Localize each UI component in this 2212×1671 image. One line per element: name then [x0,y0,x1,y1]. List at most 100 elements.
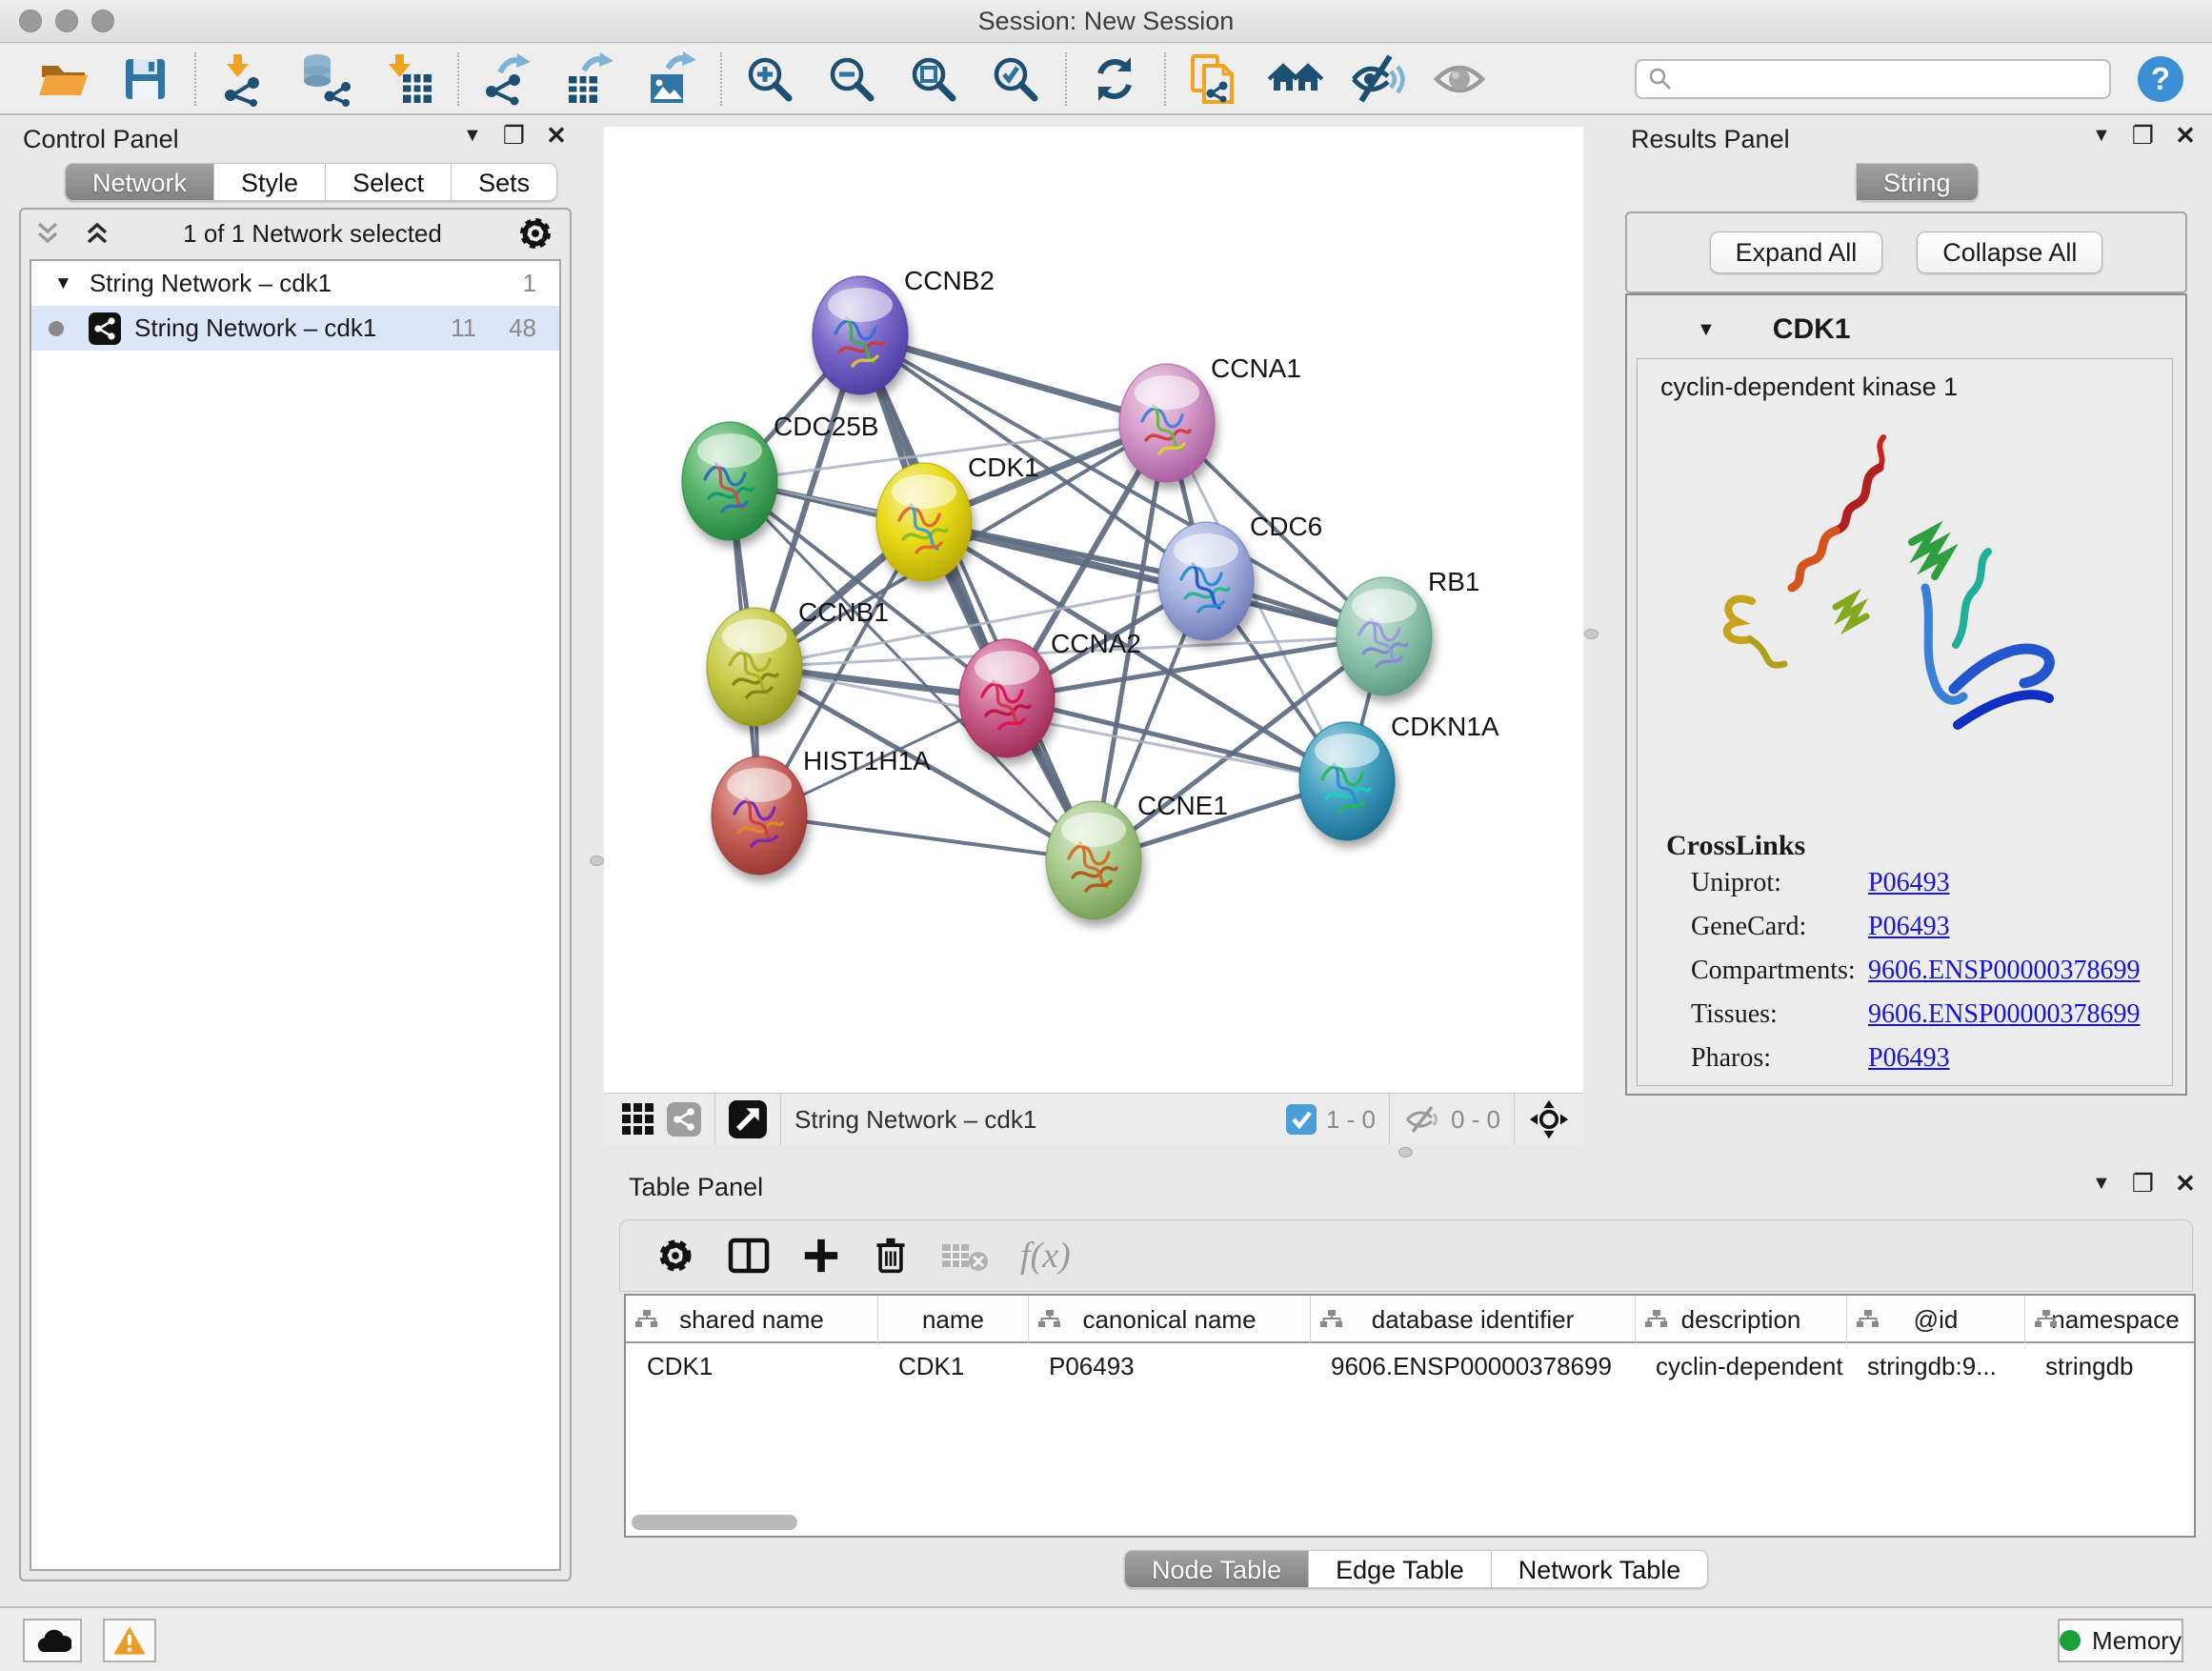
crosslink-link[interactable]: P06493 [1868,912,1950,942]
hide-selected-eye-icon[interactable] [1349,50,1406,108]
network-node-cdc6[interactable]: CDC6 [1158,512,1322,640]
search-field[interactable] [1635,59,2111,99]
help-icon[interactable]: ? [2136,54,2185,104]
delete-column-icon[interactable] [872,1235,910,1277]
memory-button[interactable]: Memory [2058,1619,2183,1662]
table-cell[interactable]: CDK1 [877,1343,1028,1389]
tab-select[interactable]: Select [326,163,452,201]
crosslink-row-tissues: Tissues:9606.ENSP00000378699 [1691,999,2167,1043]
float-panel-icon[interactable]: ▼ [463,123,482,148]
search-input[interactable] [1675,65,2094,92]
network-edge-count: 48 [509,313,536,343]
export-table-icon[interactable] [560,50,617,108]
network-node-ccnb2[interactable]: CCNB2 [813,266,995,394]
crosslink-link[interactable]: P06493 [1868,868,1950,898]
tab-network-table[interactable]: Network Table [1492,1550,1709,1588]
node-entry-header[interactable]: ▼ CDK1 [1632,305,2181,354]
birdseye-view-icon[interactable] [729,1100,767,1138]
duplicate-network-icon[interactable] [1185,50,1242,108]
expand-all-icon[interactable] [86,222,109,245]
network-node-rb1[interactable]: RB1 [1337,567,1479,695]
close-panel-icon[interactable]: ✕ [2175,1171,2196,1196]
maximize-panel-icon[interactable]: ❐ [2132,123,2154,148]
zoom-selected-icon[interactable] [987,50,1044,108]
table-gear-icon[interactable] [654,1235,696,1277]
column-header-description[interactable]: description [1635,1296,1846,1343]
network-node-ccna1[interactable]: CCNA1 [1119,353,1301,482]
table-cell[interactable]: P06493 [1028,1343,1310,1389]
entry-collapse-icon[interactable]: ▼ [1697,319,1716,341]
column-header-id[interactable]: @id [1846,1296,2024,1343]
column-header-namespace[interactable]: namespace [2024,1296,2196,1343]
column-header-database-identifier[interactable]: database identifier [1310,1296,1635,1343]
table-hscrollbar-thumb[interactable] [632,1515,797,1530]
selected-ratio: 1 - 0 [1326,1105,1376,1135]
network-edge[interactable] [759,815,1094,860]
tab-style[interactable]: Style [214,163,326,201]
open-session-icon[interactable] [34,50,91,108]
float-panel-icon[interactable]: ▼ [2092,1171,2111,1196]
expand-all-button[interactable]: Expand All [1710,232,1883,273]
crosslink-link[interactable]: 9606.ENSP00000378699 [1868,956,2140,986]
node-table: shared namenamecanonical namedatabase id… [624,1294,2196,1538]
tab-node-table[interactable]: Node Table [1124,1550,1309,1588]
column-header-name[interactable]: name [877,1296,1028,1343]
tab-string[interactable]: String [1856,163,1979,201]
crosslink-link[interactable]: 9606.ENSP00000378699 [1868,999,2140,1030]
network-row-selected[interactable]: String Network – cdk1 11 48 [31,306,559,351]
show-eye-icon[interactable] [1431,50,1488,108]
network-node-ccne1[interactable]: CCNE1 [1046,791,1228,919]
table-cell[interactable]: cyclin-dependent ... [1635,1343,1846,1389]
tab-sets[interactable]: Sets [452,163,557,201]
maximize-panel-icon[interactable]: ❐ [2132,1171,2154,1196]
status-bar: Memory [0,1606,2212,1671]
crosslink-link[interactable]: P06493 [1868,1043,1950,1074]
save-session-icon[interactable] [116,50,173,108]
float-panel-icon[interactable]: ▼ [2092,123,2111,148]
column-type-icon [635,1310,658,1329]
vertical-splitter-handle[interactable] [590,856,604,866]
function-builder-icon[interactable]: f(x) [1020,1235,1071,1277]
network-options-gear-icon[interactable] [516,214,554,252]
table-row[interactable]: CDK1CDK1P064939606.ENSP00000378699cyclin… [626,1343,2194,1389]
table-cell[interactable]: CDK1 [626,1343,877,1389]
share-view-icon[interactable] [667,1102,701,1137]
selected-checkbox-icon[interactable] [1286,1104,1317,1135]
network-node-cdk1[interactable]: CDK1 [876,453,1039,581]
crosshair-icon[interactable] [1528,1098,1570,1140]
refresh-view-icon[interactable] [1086,50,1143,108]
collection-expand-icon[interactable]: ▼ [54,273,72,294]
delete-table-icon[interactable] [940,1238,990,1273]
export-image-icon[interactable] [642,50,699,108]
tab-network[interactable]: Network [65,163,214,201]
zoom-out-icon[interactable] [823,50,880,108]
network-node-hist1h1a[interactable]: HIST1H1A [712,746,931,875]
export-network-icon[interactable] [478,50,535,108]
network-canvas[interactable]: CCNB2CCNA1CDC25BCDK1CDC6RB1CCNB1CCNA2CDK… [604,127,1583,1093]
houses-icon[interactable] [1267,50,1324,108]
cloud-button[interactable] [23,1619,82,1662]
collapse-all-button[interactable]: Collapse All [1917,232,2102,273]
add-column-icon[interactable] [801,1236,841,1276]
warning-button[interactable] [103,1619,156,1662]
import-network-file-icon[interactable] [215,50,272,108]
collapse-all-icon[interactable] [36,222,72,245]
zoom-in-icon[interactable] [741,50,798,108]
table-cell[interactable]: 9606.ENSP00000378699 [1310,1343,1635,1389]
maximize-panel-icon[interactable]: ❐ [503,123,525,148]
column-header-shared-name[interactable]: shared name [626,1296,877,1343]
import-network-database-icon[interactable] [297,50,354,108]
table-cell[interactable]: stringdb:9... [1846,1343,2024,1389]
close-panel-icon[interactable]: ✕ [2175,123,2196,148]
zoom-fit-icon[interactable] [905,50,962,108]
close-panel-icon[interactable]: ✕ [546,123,567,148]
tab-edge-table[interactable]: Edge Table [1309,1550,1492,1588]
network-edge[interactable] [860,335,1094,860]
table-cell[interactable]: stringdb [2024,1343,2196,1389]
grid-view-icon[interactable] [621,1102,655,1137]
split-columns-icon[interactable] [727,1237,771,1275]
column-header-canonical-name[interactable]: canonical name [1028,1296,1310,1343]
network-collection-row[interactable]: ▼ String Network – cdk1 1 [31,261,559,306]
import-table-file-icon[interactable] [379,50,436,108]
network-node-cdkn1a[interactable]: CDKN1A [1299,712,1499,840]
